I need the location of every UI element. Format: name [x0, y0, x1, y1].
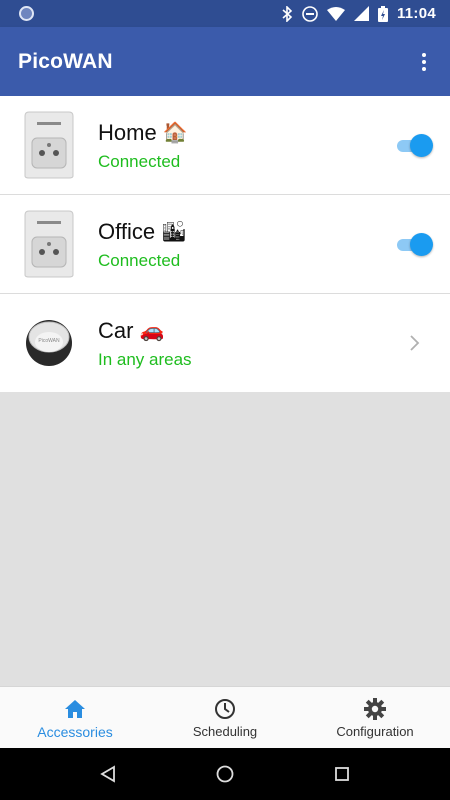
- tab-label: Scheduling: [192, 724, 258, 739]
- accessory-name: Car: [98, 318, 134, 343]
- accessory-list: Home 🏠 Connected Office 🏙 Connected Pico…: [0, 96, 450, 392]
- car-emoji-icon: 🚗: [139, 320, 165, 342]
- home-icon: [65, 699, 85, 718]
- city-emoji-icon: 🏙: [161, 221, 187, 243]
- notification-icon: [19, 6, 34, 21]
- tab-label: Configuration: [336, 724, 414, 739]
- smart-plug-image: [0, 195, 98, 294]
- wifi-icon: [326, 6, 345, 21]
- tab-configuration[interactable]: Configuration: [300, 687, 450, 748]
- accessory-status: In any areas: [98, 350, 192, 369]
- dnd-icon: [302, 5, 318, 22]
- overflow-menu-icon[interactable]: [414, 47, 434, 77]
- accessory-name: Office: [98, 219, 156, 244]
- svg-text:PicoWAN: PicoWAN: [38, 338, 60, 344]
- smart-plug-image: [0, 96, 98, 195]
- clock-time: 11:04: [396, 5, 436, 22]
- recents-icon[interactable]: [334, 766, 350, 782]
- chevron-right-icon[interactable]: [410, 335, 420, 351]
- status-bar: 11:04: [0, 0, 450, 27]
- tab-accessories[interactable]: Accessories: [0, 687, 150, 748]
- app-title: PicoWAN: [18, 49, 113, 73]
- back-icon[interactable]: [100, 765, 116, 783]
- gear-icon: [364, 698, 386, 720]
- office-toggle[interactable]: [397, 232, 433, 256]
- app-bar: PicoWAN: [0, 27, 450, 96]
- clock-icon: [215, 699, 235, 719]
- bluetooth-icon: [282, 5, 293, 22]
- accessory-row-home[interactable]: Home 🏠 Connected: [0, 96, 450, 195]
- cellular-icon: [353, 6, 369, 21]
- accessory-row-car[interactable]: PicoWAN Car 🚗 In any areas: [0, 294, 450, 392]
- tab-scheduling[interactable]: Scheduling: [150, 687, 300, 748]
- accessory-row-office[interactable]: Office 🏙 Connected: [0, 195, 450, 294]
- home-toggle[interactable]: [397, 133, 433, 157]
- home-button-icon[interactable]: [216, 765, 234, 783]
- bottom-navigation: Accessories Scheduling Configuration: [0, 686, 450, 748]
- system-navigation-bar: [0, 748, 450, 800]
- tab-label: Accessories: [37, 723, 113, 740]
- house-emoji-icon: 🏠: [162, 122, 188, 144]
- battery-icon: [377, 5, 388, 22]
- gps-tracker-image: PicoWAN: [0, 294, 98, 393]
- accessory-name: Home: [98, 120, 157, 145]
